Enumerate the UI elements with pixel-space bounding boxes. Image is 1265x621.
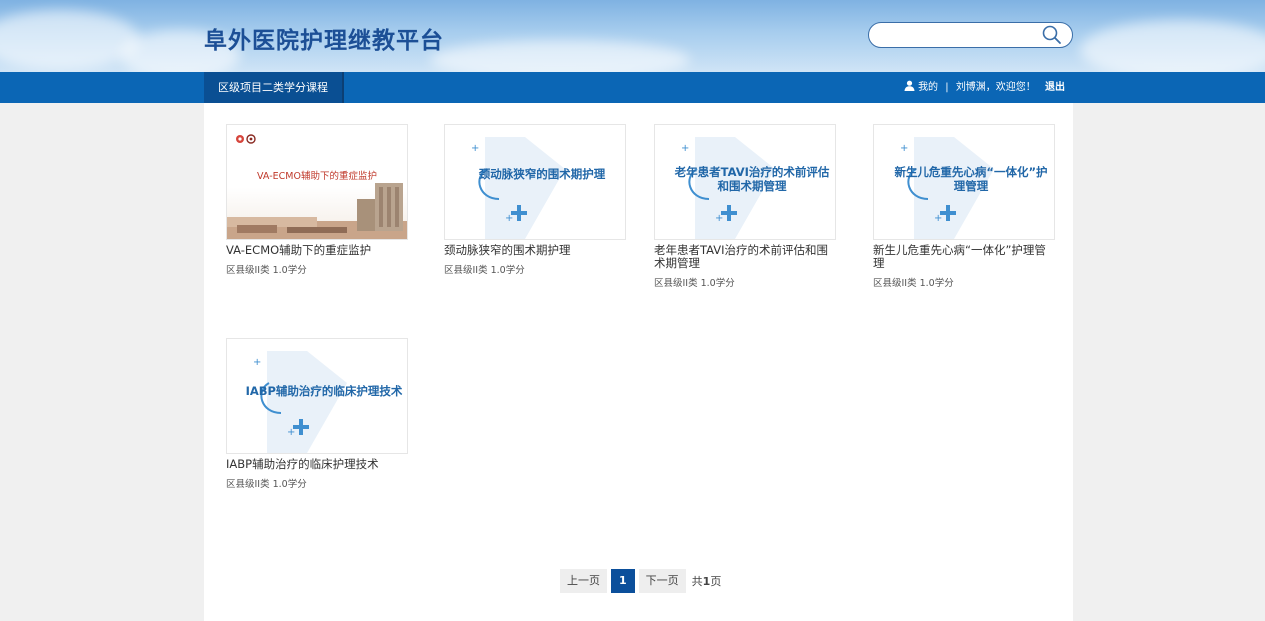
medical-pattern-icon: + +	[253, 351, 347, 453]
site-header: 阜外医院护理继教平台	[0, 0, 1265, 72]
search-box	[868, 22, 1073, 48]
course-thumbnail[interactable]: + + 颈动脉狭窄的围术期护理	[444, 124, 626, 240]
cloud-decoration	[430, 40, 690, 72]
cloud-decoration	[0, 10, 140, 70]
thumb-title: 新生儿危重先心病“一体化”护理管理	[894, 165, 1048, 193]
thumb-title: IABP辅助治疗的临床护理技术	[245, 384, 403, 398]
thumb-title: VA-ECMO辅助下的重症监护	[257, 171, 377, 182]
user-icon	[904, 73, 915, 91]
next-page-button[interactable]: 下一页	[638, 569, 686, 593]
course-thumbnail[interactable]: + + 老年患者TAVI治疗的术前评估和围术期管理	[654, 124, 836, 240]
course-title[interactable]: VA-ECMO辅助下的重症监护	[226, 244, 408, 257]
medical-pattern-icon: + +	[471, 137, 565, 239]
total-suffix: 页	[710, 575, 722, 588]
my-link[interactable]: 我的	[918, 82, 938, 93]
pagination: 上一页 1 下一页 共1页	[560, 569, 721, 593]
hospital-building-image	[227, 183, 407, 239]
course-card[interactable]: + + 颈动脉狭窄的围术期护理 颈动脉狭窄的围术期护理 区县级II类 1.0学分	[444, 124, 626, 276]
course-thumbnail[interactable]: VA-ECMO辅助下的重症监护	[226, 124, 408, 240]
svg-text:+: +	[900, 143, 908, 154]
tab-district-credit-courses[interactable]: 区级项目二类学分课程	[204, 72, 344, 103]
course-title[interactable]: 老年患者TAVI治疗的术前评估和围术期管理	[654, 244, 836, 270]
course-credit: 区县级II类 1.0学分	[444, 265, 525, 276]
cloud-decoration	[1080, 20, 1265, 72]
page-1-button[interactable]: 1	[611, 569, 635, 593]
nav-bar: 区级项目二类学分课程 我的 | 刘博渊，欢迎您！ 退出	[0, 72, 1265, 103]
site-title: 阜外医院护理继教平台	[204, 28, 444, 54]
course-credit: 区县级II类 1.0学分	[873, 278, 954, 289]
course-card[interactable]: + + IABP辅助治疗的临床护理技术 IABP辅助治疗的临床护理技术 区县级I…	[226, 338, 408, 490]
course-card[interactable]: VA-ECMO辅助下的重症监护 VA-ECMO辅助下的重症监护 区县级II类 1…	[226, 124, 408, 276]
total-prefix: 共	[691, 575, 703, 588]
prev-page-button[interactable]: 上一页	[560, 569, 607, 593]
svg-text:+: +	[681, 143, 689, 154]
logout-link[interactable]: 退出	[1045, 82, 1065, 93]
course-card[interactable]: + + 老年患者TAVI治疗的术前评估和围术期管理 老年患者TAVI治疗的术前评…	[654, 124, 836, 289]
course-thumbnail[interactable]: + + 新生儿危重先心病“一体化”护理管理	[873, 124, 1055, 240]
separator: |	[945, 82, 949, 93]
search-icon[interactable]	[1040, 24, 1064, 46]
course-title[interactable]: 新生儿危重先心病“一体化”护理管理	[873, 244, 1055, 270]
svg-text:+: +	[471, 143, 479, 154]
thumb-title: 老年患者TAVI治疗的术前评估和围术期管理	[674, 165, 830, 193]
course-title[interactable]: 颈动脉狭窄的围术期护理	[444, 244, 626, 257]
course-list: VA-ECMO辅助下的重症监护 VA-ECMO辅助下的重症监护 区县级II类 1…	[204, 103, 1073, 621]
search-input[interactable]	[879, 26, 1029, 44]
course-credit: 区县级II类 1.0学分	[226, 479, 307, 490]
thumb-title: 颈动脉狭窄的围术期护理	[478, 167, 606, 181]
user-menu: 我的 | 刘博渊，欢迎您！ 退出	[904, 72, 1065, 103]
course-title[interactable]: IABP辅助治疗的临床护理技术	[226, 458, 408, 471]
svg-text:+: +	[253, 357, 261, 368]
total-pages: 共1页	[690, 573, 722, 589]
course-credit: 区县级II类 1.0学分	[226, 265, 307, 276]
hospital-logo-icon	[236, 134, 256, 144]
course-card[interactable]: + + 新生儿危重先心病“一体化”护理管理 新生儿危重先心病“一体化”护理管理 …	[873, 124, 1055, 289]
course-credit: 区县级II类 1.0学分	[654, 278, 735, 289]
course-thumbnail[interactable]: + + IABP辅助治疗的临床护理技术	[226, 338, 408, 454]
welcome-text: 刘博渊，欢迎您！	[955, 82, 1036, 93]
